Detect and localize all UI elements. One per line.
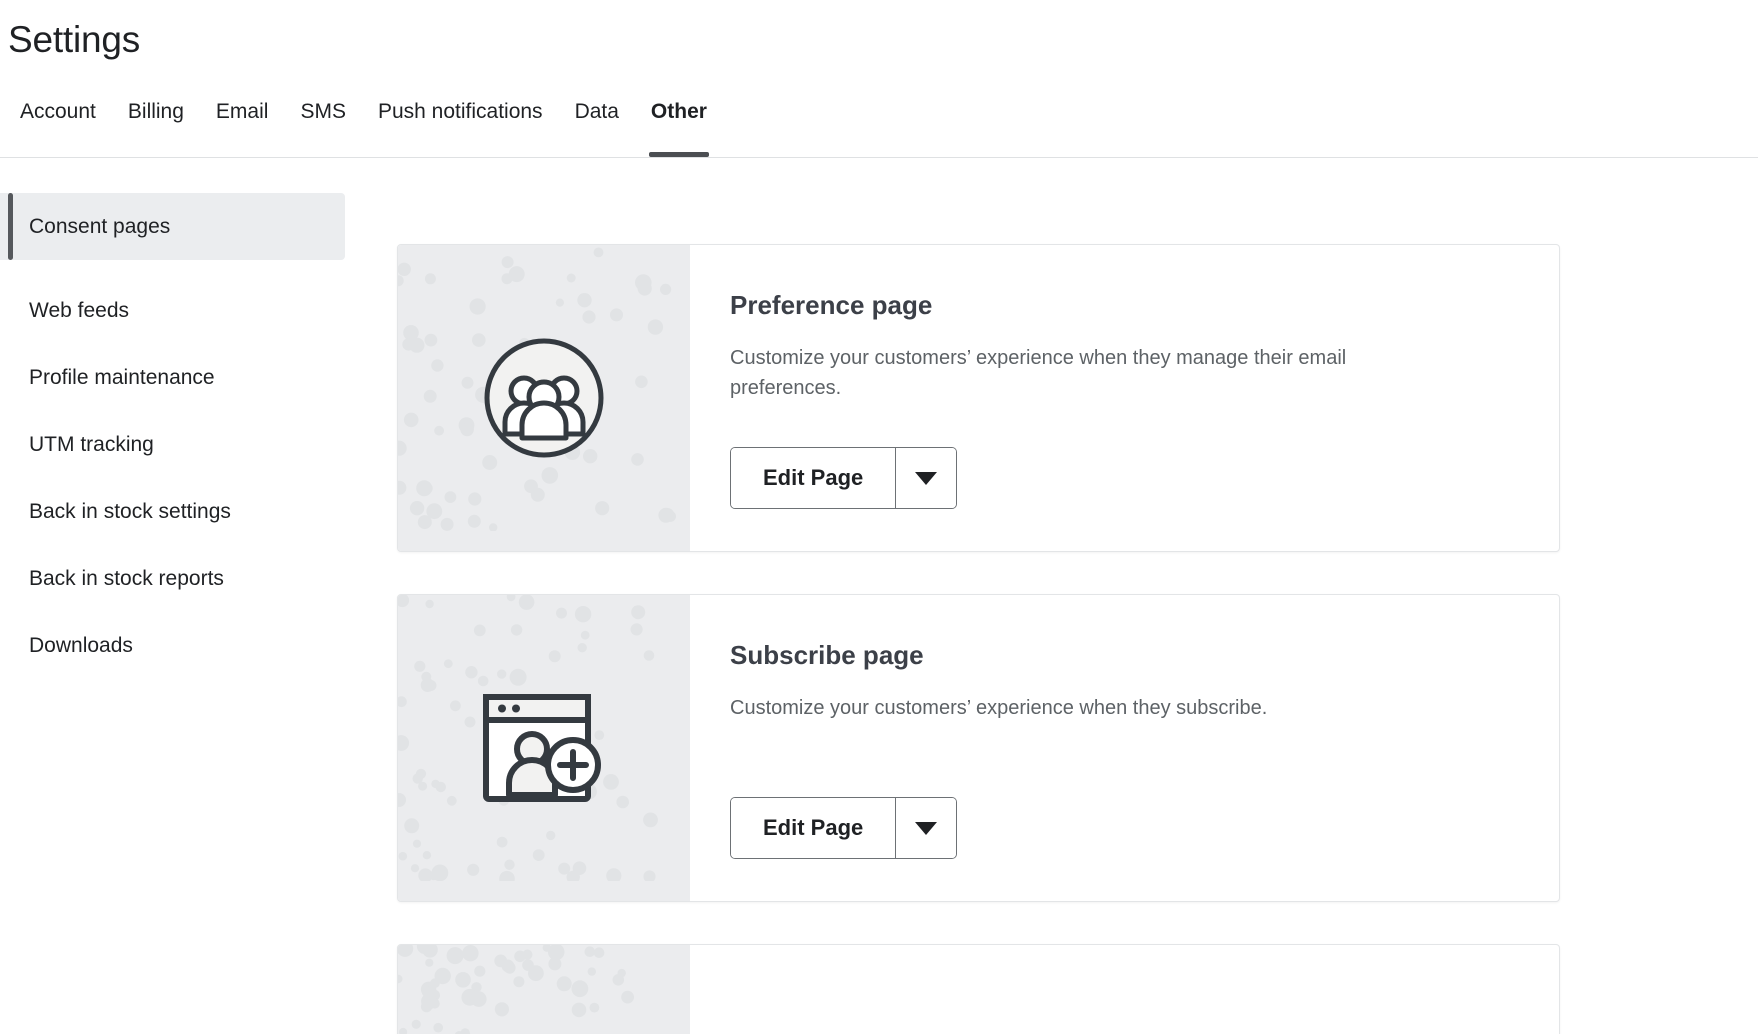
- edit-page-button[interactable]: Edit Page: [731, 448, 895, 508]
- sidebar-item-utm-tracking[interactable]: UTM tracking: [0, 411, 345, 478]
- tab-sms[interactable]: SMS: [284, 88, 362, 157]
- sidebar-spacer: [0, 260, 345, 277]
- people-group-circle-icon: [398, 245, 690, 551]
- card-preference-page: Preference page Customize your customers…: [397, 244, 1560, 552]
- tab-other[interactable]: Other: [635, 88, 723, 157]
- sidebar-item-label: Web feeds: [29, 299, 129, 322]
- sidebar-item-label: Downloads: [29, 634, 133, 657]
- tab-billing[interactable]: Billing: [112, 88, 200, 157]
- sidebar-item-profile-maintenance[interactable]: Profile maintenance: [0, 344, 345, 411]
- tab-data[interactable]: Data: [559, 88, 635, 157]
- card-thumbnail: [398, 595, 690, 901]
- card-title: Preference page: [730, 289, 1519, 321]
- edit-page-split-button[interactable]: Edit Page: [730, 797, 957, 859]
- page-title: Settings: [8, 16, 140, 64]
- card-subscribe-page: Subscribe page Customize your customers’…: [397, 594, 1560, 902]
- card-thumbnail: [398, 945, 690, 1034]
- subscribe-window-person-plus-icon: [398, 595, 690, 901]
- sidebar-item-label: Consent pages: [29, 215, 170, 238]
- card-content: Subscribe page Customize your customers’…: [690, 595, 1559, 901]
- settings-sidebar: Consent pages Web feeds Profile maintena…: [0, 193, 345, 679]
- sidebar-item-downloads[interactable]: Downloads: [0, 612, 345, 679]
- edit-page-dropdown-button[interactable]: [895, 448, 956, 508]
- settings-tabbar: Account Billing Email SMS Push notificat…: [0, 88, 1758, 158]
- card-description: Customize your customers’ experience whe…: [730, 693, 1430, 723]
- tab-account[interactable]: Account: [4, 88, 112, 157]
- sidebar-item-back-in-stock-settings[interactable]: Back in stock settings: [0, 478, 345, 545]
- sidebar-item-label: Back in stock reports: [29, 567, 224, 590]
- card-thumbnail: [398, 245, 690, 551]
- sidebar-item-consent-pages[interactable]: Consent pages: [0, 193, 345, 260]
- caret-down-icon: [915, 822, 937, 835]
- edit-page-dropdown-button[interactable]: [895, 798, 956, 858]
- sidebar-item-web-feeds[interactable]: Web feeds: [0, 277, 345, 344]
- card-content: Preference page Customize your customers…: [690, 245, 1559, 551]
- tab-email[interactable]: Email: [200, 88, 285, 157]
- tab-push-notifications[interactable]: Push notifications: [362, 88, 559, 157]
- caret-down-icon: [915, 472, 937, 485]
- consent-pages-card-list: Preference page Customize your customers…: [397, 244, 1560, 1034]
- card-content: [690, 945, 1559, 1034]
- sidebar-item-label: UTM tracking: [29, 433, 154, 456]
- edit-page-button[interactable]: Edit Page: [731, 798, 895, 858]
- card-title: Subscribe page: [730, 639, 1519, 671]
- card-third-page: [397, 944, 1560, 1034]
- edit-page-split-button[interactable]: Edit Page: [730, 447, 957, 509]
- sidebar-item-label: Profile maintenance: [29, 366, 215, 389]
- dot-pattern: [398, 945, 690, 1034]
- sidebar-item-back-in-stock-reports[interactable]: Back in stock reports: [0, 545, 345, 612]
- card-description: Customize your customers’ experience whe…: [730, 343, 1430, 403]
- settings-page: Settings Account Billing Email SMS Push …: [0, 0, 1758, 1034]
- sidebar-item-label: Back in stock settings: [29, 500, 231, 523]
